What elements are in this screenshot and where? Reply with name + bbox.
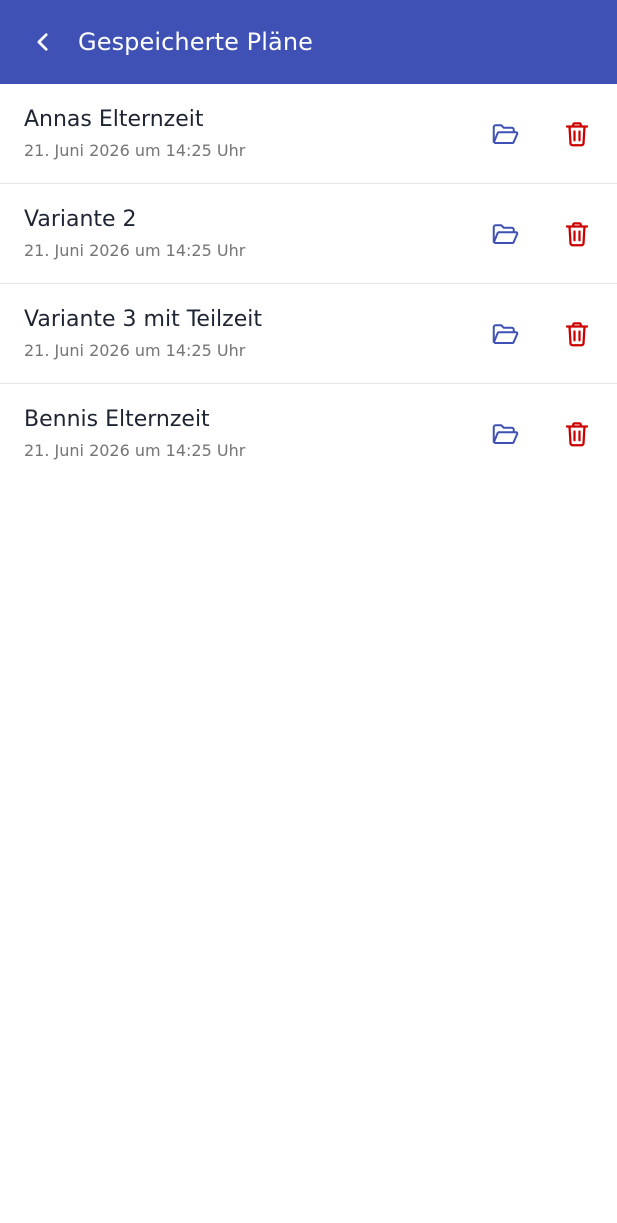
- delete-plan-button[interactable]: [553, 410, 601, 458]
- plan-name: Variante 3 mit Teilzeit: [24, 306, 262, 332]
- plan-list-item[interactable]: Variante 2 21. Juni 2026 um 14:25 Uhr: [0, 184, 617, 284]
- plan-date: 21. Juni 2026 um 14:25 Uhr: [24, 240, 246, 260]
- folder-open-icon: [492, 424, 519, 444]
- delete-plan-button[interactable]: [553, 310, 601, 358]
- plan-text: Annas Elternzeit 21. Juni 2026 um 14:25 …: [24, 106, 481, 162]
- plan-text: Bennis Elternzeit 21. Juni 2026 um 14:25…: [24, 406, 481, 462]
- chevron-left-icon: [37, 33, 48, 51]
- plan-date: 21. Juni 2026 um 14:25 Uhr: [24, 140, 246, 160]
- plan-text: Variante 2 21. Juni 2026 um 14:25 Uhr: [24, 206, 481, 262]
- open-plan-button[interactable]: [481, 410, 529, 458]
- delete-plan-button[interactable]: [553, 110, 601, 158]
- plan-text: Variante 3 mit Teilzeit 21. Juni 2026 um…: [24, 306, 481, 362]
- plan-name: Bennis Elternzeit: [24, 407, 210, 432]
- trash-icon: [565, 121, 589, 146]
- plan-list: Annas Elternzeit 21. Juni 2026 um 14:25 …: [0, 84, 617, 484]
- plan-date: 21. Juni 2026 um 14:25 Uhr: [24, 340, 246, 360]
- delete-plan-button[interactable]: [553, 210, 601, 258]
- trash-icon: [565, 321, 589, 346]
- page-title: Gespeicherte Pläne: [78, 28, 314, 56]
- trash-icon: [565, 221, 589, 246]
- plan-name: Variante 2: [24, 206, 137, 232]
- plan-date: 21. Juni 2026 um 14:25 Uhr: [24, 441, 246, 460]
- app-bar: Gespeicherte Pläne: [0, 0, 617, 84]
- open-plan-button[interactable]: [481, 110, 529, 158]
- plan-list-item[interactable]: Variante 3 mit Teilzeit 21. Juni 2026 um…: [0, 284, 617, 384]
- folder-open-icon: [492, 123, 519, 144]
- open-plan-button[interactable]: [481, 210, 529, 258]
- app-screen: Gespeicherte Pläne Annas Elternzeit 21. …: [0, 0, 617, 1223]
- folder-open-icon: [492, 223, 519, 244]
- plan-list-item[interactable]: Bennis Elternzeit 21. Juni 2026 um 14:25…: [0, 384, 617, 484]
- folder-open-icon: [492, 323, 519, 344]
- back-button[interactable]: [26, 25, 60, 59]
- open-plan-button[interactable]: [481, 310, 529, 358]
- trash-icon: [565, 422, 589, 447]
- plan-name: Annas Elternzeit: [24, 106, 204, 132]
- plan-list-item[interactable]: Annas Elternzeit 21. Juni 2026 um 14:25 …: [0, 84, 617, 184]
